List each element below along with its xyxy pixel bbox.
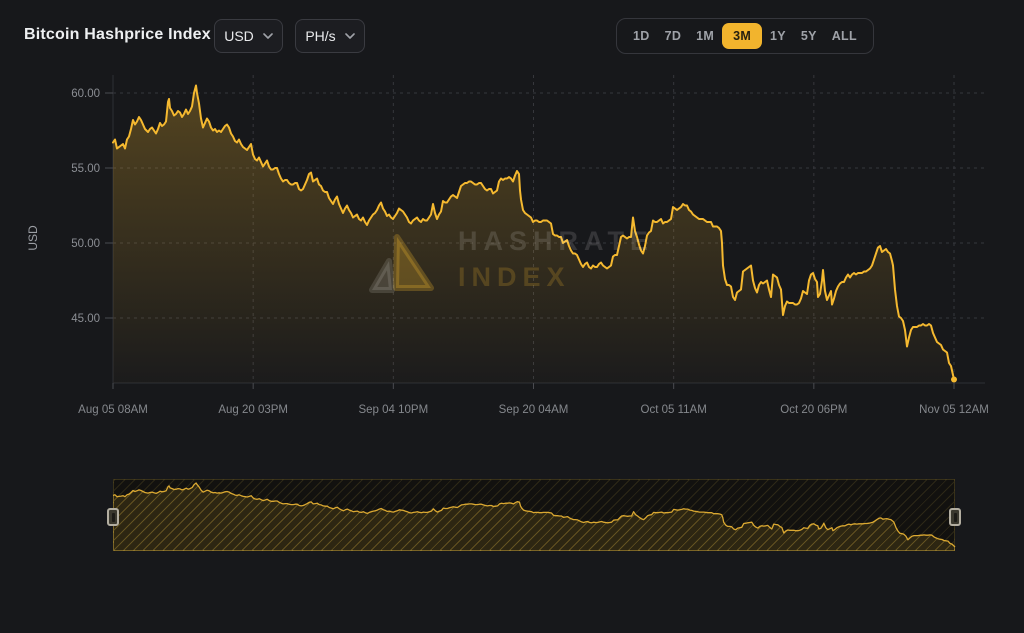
y-tick-label: 55.00 <box>71 163 100 175</box>
y-tick-label: 60.00 <box>71 88 100 100</box>
y-tick-label: 50.00 <box>71 238 100 250</box>
endpoint-dot <box>951 377 957 383</box>
x-tick-label: Aug 05 08AM <box>78 404 148 416</box>
navigator-handle-left[interactable] <box>107 508 119 526</box>
x-tick-label: Aug 20 03PM <box>218 404 288 416</box>
x-tick-label: Nov 05 12AM <box>919 404 989 416</box>
x-tick-label: Sep 04 10PM <box>358 404 428 416</box>
price-area <box>113 86 954 384</box>
main-chart[interactable]: 60.00 55.00 50.00 45.00 Aug 05 08AM Aug 20 03… <box>0 0 1024 460</box>
x-tick-label: Oct 05 11AM <box>641 404 707 416</box>
navigator-track[interactable] <box>113 479 955 551</box>
x-tick-label: Oct 20 06PM <box>780 404 847 416</box>
x-tick-label: Sep 20 04AM <box>499 404 569 416</box>
navigator-handle-right[interactable] <box>949 508 961 526</box>
y-tick-label: 45.00 <box>71 313 100 325</box>
hashprice-chart-page: Bitcoin Hashprice Index USD PH/s 1D7D1M3… <box>0 0 1024 633</box>
